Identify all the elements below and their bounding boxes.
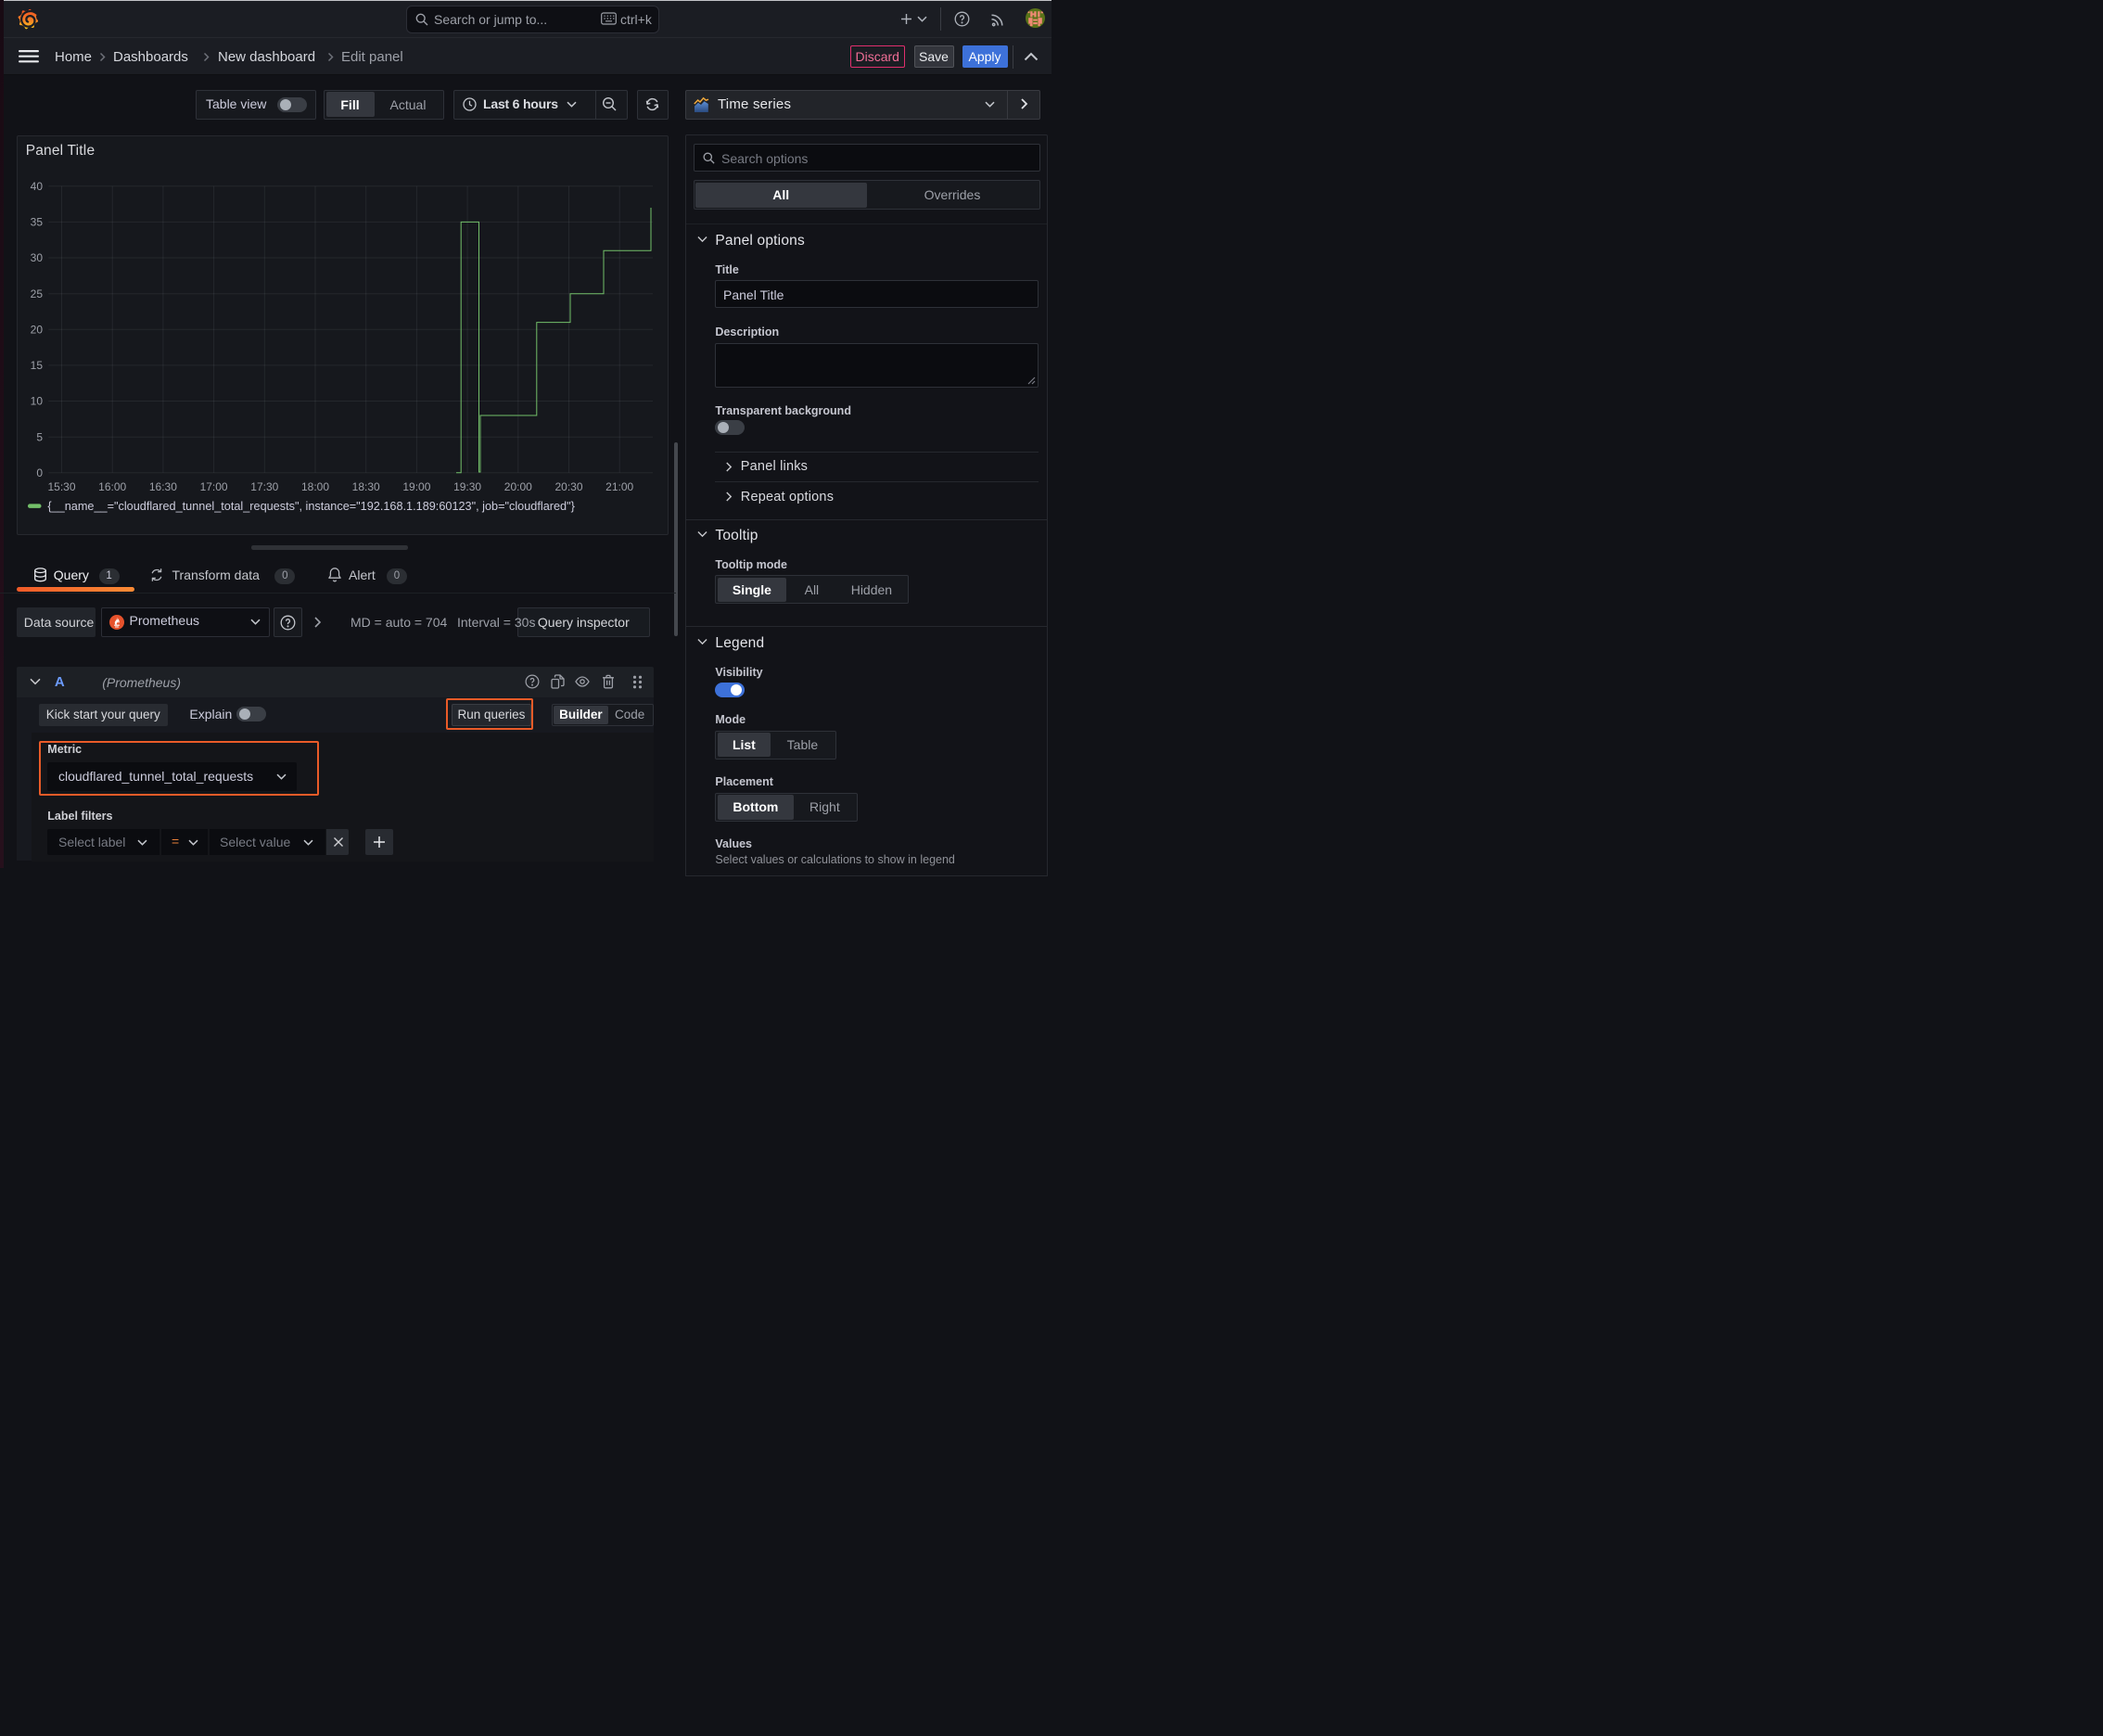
svg-text:19:30: 19:30 (453, 480, 481, 493)
svg-text:25: 25 (31, 287, 44, 300)
svg-text:20: 20 (31, 323, 44, 336)
svg-text:{__name__="cloudflared_tunnel_: {__name__="cloudflared_tunnel_total_requ… (47, 500, 575, 513)
svg-text:19:00: 19:00 (402, 480, 430, 493)
svg-text:17:00: 17:00 (200, 480, 228, 493)
svg-text:16:30: 16:30 (149, 480, 177, 493)
svg-text:15:30: 15:30 (47, 480, 75, 493)
svg-text:40: 40 (31, 180, 44, 193)
svg-text:0: 0 (36, 466, 43, 479)
svg-text:20:00: 20:00 (504, 480, 532, 493)
svg-text:5: 5 (36, 430, 43, 443)
svg-text:30: 30 (31, 251, 44, 264)
svg-text:10: 10 (31, 394, 44, 407)
svg-text:17:30: 17:30 (250, 480, 278, 493)
svg-text:18:30: 18:30 (352, 480, 380, 493)
svg-text:18:00: 18:00 (301, 480, 329, 493)
svg-text:35: 35 (31, 215, 44, 228)
svg-text:15: 15 (31, 359, 44, 372)
svg-text:16:00: 16:00 (98, 480, 126, 493)
svg-text:21:00: 21:00 (605, 480, 633, 493)
svg-text:20:30: 20:30 (554, 480, 582, 493)
